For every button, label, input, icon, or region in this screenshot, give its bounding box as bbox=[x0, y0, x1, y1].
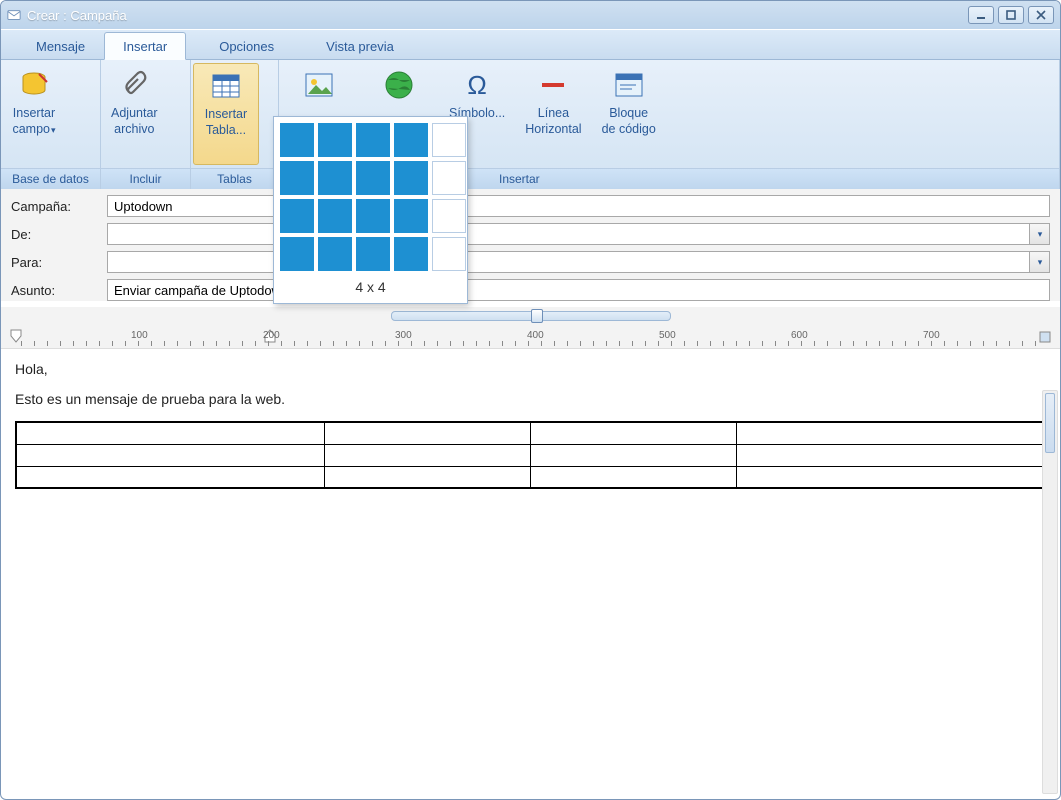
header-form: Campaña: Uptodown De: ▾ Para: ▾ Asunto: … bbox=[1, 189, 1060, 301]
table-cell[interactable] bbox=[325, 444, 531, 466]
table-grid-cell[interactable] bbox=[394, 237, 428, 271]
ruler-mark: 700 bbox=[923, 330, 940, 341]
table-grid-cell[interactable] bbox=[394, 123, 428, 157]
group-label-tables: Tablas bbox=[191, 168, 278, 189]
insert-field-label: Insertar campo▾ bbox=[12, 106, 55, 137]
table-grid-cell[interactable] bbox=[318, 237, 352, 271]
from-label: De: bbox=[11, 227, 107, 242]
table-cell[interactable] bbox=[530, 422, 736, 444]
scrollbar-thumb[interactable] bbox=[1045, 393, 1055, 453]
hr-icon bbox=[536, 68, 570, 102]
table-grid-cell[interactable] bbox=[280, 161, 314, 195]
table-cell[interactable] bbox=[736, 466, 1045, 488]
table-cell[interactable] bbox=[736, 444, 1045, 466]
table-grid-cell[interactable] bbox=[318, 199, 352, 233]
from-dropdown[interactable]: ▾ bbox=[1030, 223, 1050, 245]
table-size-popup[interactable]: 4 x 4 bbox=[273, 116, 468, 304]
table-cell[interactable] bbox=[530, 444, 736, 466]
table-cell[interactable] bbox=[530, 466, 736, 488]
table-grid-cell[interactable] bbox=[280, 237, 314, 271]
table-grid-cell[interactable] bbox=[432, 161, 466, 195]
table-grid-cell[interactable] bbox=[356, 199, 390, 233]
code-block-label: Bloque de código bbox=[602, 106, 656, 137]
ruler-mark: 400 bbox=[527, 330, 544, 341]
table-grid-cell[interactable] bbox=[280, 123, 314, 157]
subject-input[interactable]: Enviar campaña de Uptodown bbox=[107, 279, 1050, 301]
close-button[interactable] bbox=[1028, 6, 1054, 24]
table-grid-cell[interactable] bbox=[356, 237, 390, 271]
table-icon bbox=[209, 69, 243, 103]
table-grid-cell[interactable] bbox=[432, 123, 466, 157]
from-input[interactable] bbox=[107, 223, 1030, 245]
title-bar: Crear : Campaña bbox=[1, 1, 1060, 29]
campaign-input[interactable]: Uptodown bbox=[107, 195, 1050, 217]
table-grid-cell[interactable] bbox=[318, 123, 352, 157]
insert-field-button[interactable]: Insertar campo▾ bbox=[1, 60, 67, 168]
editor-toolbar bbox=[1, 307, 1060, 325]
table-grid-cell[interactable] bbox=[394, 199, 428, 233]
zoom-thumb[interactable] bbox=[531, 309, 543, 323]
app-icon bbox=[7, 8, 21, 22]
code-block-button[interactable]: Bloque de código bbox=[592, 60, 666, 168]
ruler-right-marker[interactable] bbox=[1038, 330, 1052, 347]
table-grid-cell[interactable] bbox=[432, 199, 466, 233]
ruler-mark: 100 bbox=[131, 330, 148, 341]
editor-body: Esto es un mensaje de prueba para la web… bbox=[15, 391, 1046, 407]
table-cell[interactable] bbox=[16, 422, 325, 444]
editor-area[interactable]: Hola, Esto es un mensaje de prueba para … bbox=[1, 349, 1060, 779]
table-cell[interactable] bbox=[736, 422, 1045, 444]
subject-label: Asunto: bbox=[11, 283, 107, 298]
table-grid-cell[interactable] bbox=[432, 237, 466, 271]
table-grid-cell[interactable] bbox=[394, 161, 428, 195]
insert-table-label: Insertar Tabla... bbox=[205, 107, 247, 138]
tab-opciones[interactable]: Opciones bbox=[200, 32, 293, 59]
zoom-slider[interactable] bbox=[391, 311, 671, 321]
table-cell[interactable] bbox=[325, 422, 531, 444]
ruler-mark: 300 bbox=[395, 330, 412, 341]
window-title: Crear : Campaña bbox=[27, 8, 968, 23]
table-cell[interactable] bbox=[325, 466, 531, 488]
to-input[interactable] bbox=[107, 251, 1030, 273]
ruler-mark: 600 bbox=[791, 330, 808, 341]
group-label-database: Base de datos bbox=[1, 168, 100, 189]
paperclip-icon bbox=[117, 68, 151, 102]
attach-file-label: Adjuntar archivo bbox=[111, 106, 158, 137]
maximize-button[interactable] bbox=[998, 6, 1024, 24]
globe-icon bbox=[382, 68, 416, 102]
minimize-button[interactable] bbox=[968, 6, 994, 24]
vertical-scrollbar[interactable] bbox=[1042, 390, 1058, 794]
to-dropdown[interactable]: ▾ bbox=[1030, 251, 1050, 273]
table-grid-cell[interactable] bbox=[356, 123, 390, 157]
table-grid-cell[interactable] bbox=[318, 161, 352, 195]
ribbon-tabs: Mensaje Insertar Opciones Vista previa bbox=[1, 29, 1060, 59]
ruler-mark: 200 bbox=[263, 330, 280, 341]
group-label-include: Incluir bbox=[101, 168, 190, 189]
horizontal-line-button[interactable]: Línea Horizontal bbox=[515, 60, 591, 168]
ruler-mark: 500 bbox=[659, 330, 676, 341]
omega-icon: Ω bbox=[460, 68, 494, 102]
tab-vista-previa[interactable]: Vista previa bbox=[307, 32, 413, 59]
table-cell[interactable] bbox=[16, 466, 325, 488]
table-cell[interactable] bbox=[16, 444, 325, 466]
tab-insertar[interactable]: Insertar bbox=[104, 32, 186, 60]
database-icon bbox=[17, 68, 51, 102]
inserted-table[interactable] bbox=[15, 421, 1046, 489]
horizontal-line-label: Línea Horizontal bbox=[525, 106, 581, 137]
code-block-icon bbox=[612, 68, 646, 102]
image-icon bbox=[302, 68, 336, 102]
tab-mensaje[interactable]: Mensaje bbox=[17, 32, 104, 59]
insert-table-button[interactable]: Insertar Tabla... bbox=[193, 63, 259, 165]
campaign-label: Campaña: bbox=[11, 199, 107, 214]
table-grid-cell[interactable] bbox=[356, 161, 390, 195]
attach-file-button[interactable]: Adjuntar archivo bbox=[101, 60, 168, 168]
table-grid-cell[interactable] bbox=[280, 199, 314, 233]
ribbon: Insertar campo▾ Base de datos Adjuntar a… bbox=[1, 59, 1060, 189]
editor-greeting: Hola, bbox=[15, 361, 1046, 377]
table-size-label: 4 x 4 bbox=[280, 271, 461, 299]
ruler: 100 200 300 400 500 600 700 bbox=[1, 325, 1060, 349]
to-label: Para: bbox=[11, 255, 107, 270]
